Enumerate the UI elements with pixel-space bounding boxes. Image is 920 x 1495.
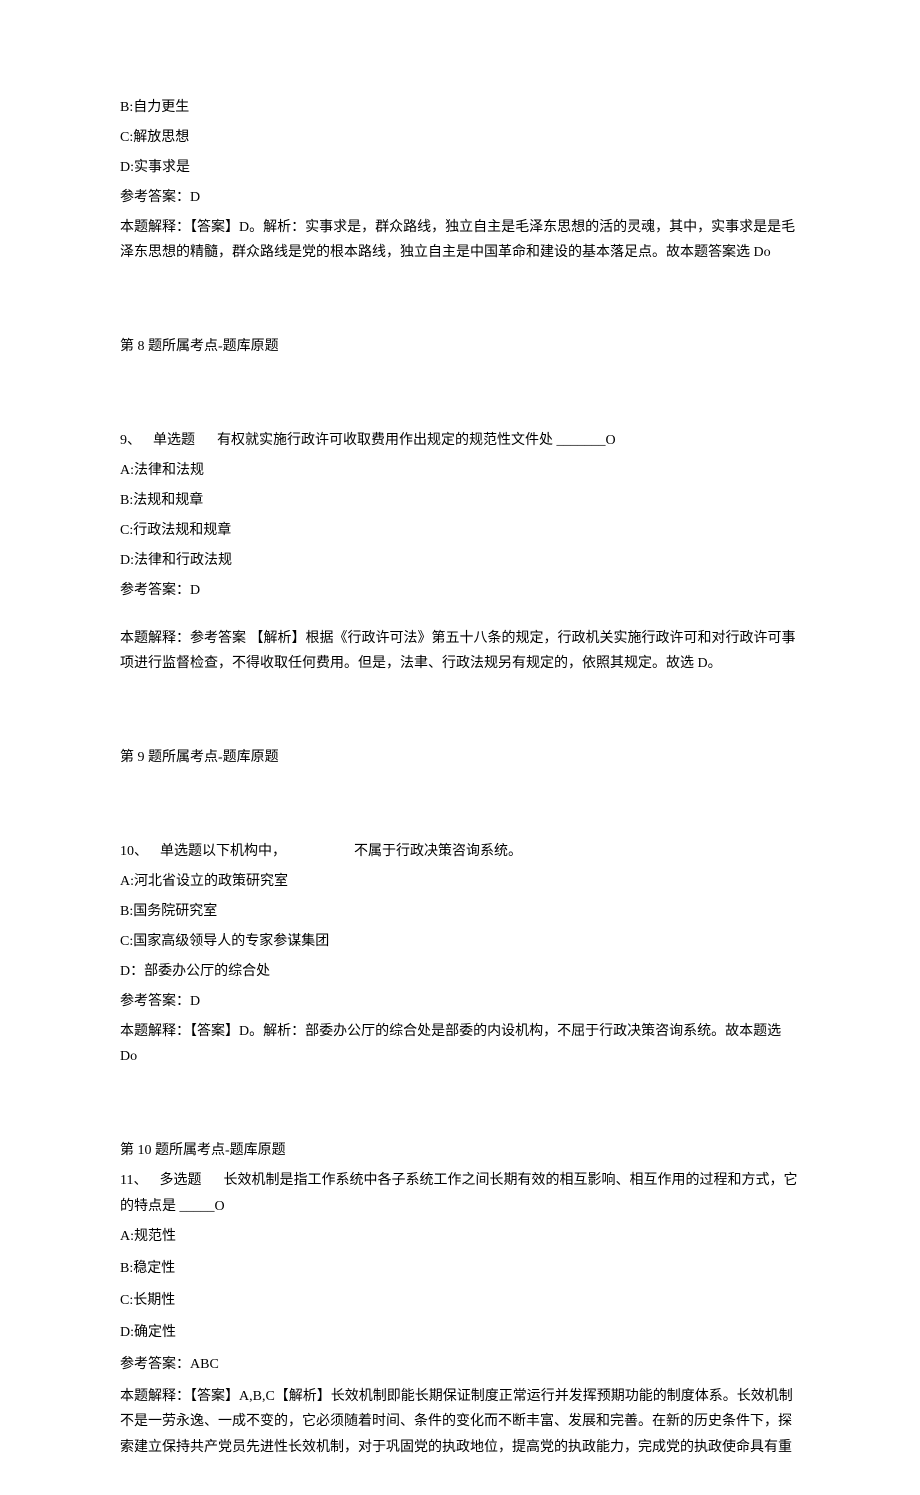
q8-explanation: 本题解释：【答案】D。解析：实事求是，群众路线，独立自主是毛泽东思想的活的灵魂，… <box>120 215 800 267</box>
q9-option-d: D:法律和行政法规 <box>120 548 800 574</box>
q9-tag: 第 9 题所属考点-题库原题 <box>120 745 800 771</box>
q9-type: 单选题 <box>153 433 195 448</box>
q8-option-b: B:自力更生 <box>120 95 800 121</box>
q11-text: 长效机制是指工作系统中各子系统工作之间长期有效的相互影响、相互作用的过程和方式，… <box>120 1173 797 1214</box>
q10-tag: 第 10 题所属考点-题库原题 <box>120 1138 800 1164</box>
q10-number: 10、 <box>120 844 148 859</box>
q10-option-d: D：部委办公厅的综合处 <box>120 959 800 985</box>
q11-answer: 参考答案：ABC <box>120 1352 800 1378</box>
q9-option-a: A:法律和法规 <box>120 458 800 484</box>
q9-answer: 参考答案：D <box>120 578 800 604</box>
q9-number: 9、 <box>120 433 141 448</box>
q8-answer: 参考答案：D <box>120 185 800 211</box>
q9-text: 有权就实施行政许可收取费用作出规定的规范性文件处 _______O <box>217 433 616 448</box>
q9-stem: 9、单选题 有权就实施行政许可收取费用作出规定的规范性文件处 _______O <box>120 428 800 454</box>
q10-type: 单选题以下机构中， <box>160 844 286 859</box>
q11-option-b: B:稳定性 <box>120 1256 800 1282</box>
q10-text: 不属于行政决策咨询系统。 <box>354 844 522 859</box>
q10-answer: 参考答案：D <box>120 989 800 1015</box>
q8-option-c: C:解放思想 <box>120 125 800 151</box>
q9-option-b: B:法规和规章 <box>120 488 800 514</box>
q10-stem: 10、单选题以下机构中， 不属于行政决策咨询系统。 <box>120 839 800 865</box>
q11-type: 多选题 <box>159 1173 201 1188</box>
q10-explanation: 本题解释：【答案】D。解析：部委办公厅的综合处是部委的内设机构，不屈于行政决策咨… <box>120 1019 800 1071</box>
q11-option-a: A:规范性 <box>120 1224 800 1250</box>
q10-option-c: C:国家高级领导人的专家参谋集团 <box>120 929 800 955</box>
q11-number: 11、 <box>120 1173 147 1188</box>
q10-option-a: A:河北省设立的政策研究室 <box>120 869 800 895</box>
q10-option-b: B:国务院研究室 <box>120 899 800 925</box>
q8-tag: 第 8 题所属考点-题库原题 <box>120 334 800 360</box>
q11-stem: 11、多选题长效机制是指工作系统中各子系统工作之间长期有效的相互影响、相互作用的… <box>120 1168 800 1220</box>
q11-explanation: 本题解释：【答案】A,B,C【解析】长效机制即能长期保证制度正常运行并发挥预期功… <box>120 1384 800 1462</box>
q11-option-d: D:确定性 <box>120 1320 800 1346</box>
q9-explanation: 本题解释：参考答案 【解析】根据《行政许可法》第五十八条的规定，行政机关实施行政… <box>120 626 800 678</box>
q9-option-c: C:行政法规和规章 <box>120 518 800 544</box>
q8-option-d: D:实事求是 <box>120 155 800 181</box>
